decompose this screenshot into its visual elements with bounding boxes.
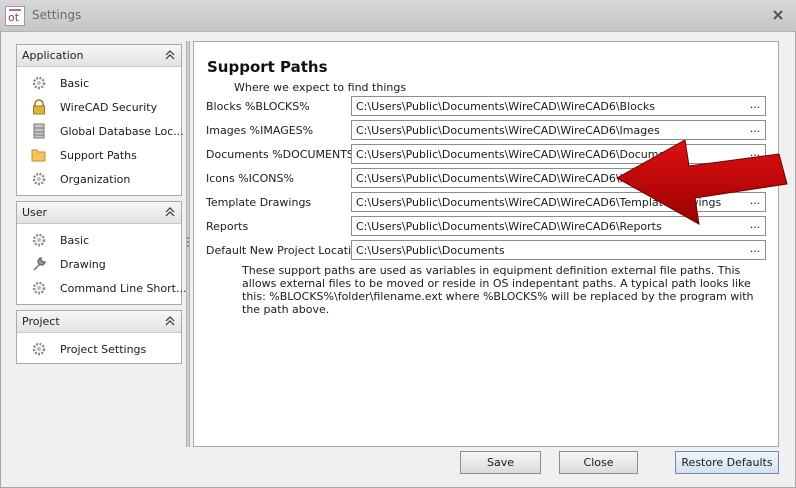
sidebar-item-basic[interactable]: Basic	[17, 71, 181, 95]
sidebar-item-label: Global Database Loc...	[60, 125, 184, 138]
browse-button[interactable]: ...	[748, 122, 762, 138]
window-title: Settings	[32, 8, 82, 22]
group-user: User Basic Drawing Command Line Short...	[16, 201, 186, 305]
sidebar-item-support-paths[interactable]: Support Paths	[17, 143, 181, 167]
sidebar-item-label: Drawing	[60, 258, 106, 271]
gear-icon	[32, 76, 46, 90]
save-button[interactable]: Save	[460, 451, 541, 474]
path-value: C:\Users\Public\Documents	[356, 244, 505, 257]
documents-path-label: Documents %DOCUMENTS%	[206, 148, 365, 161]
collapse-icon[interactable]	[165, 206, 175, 218]
group-application: Application Basic WireCAD Security Globa…	[16, 44, 184, 196]
group-header-project[interactable]: Project	[17, 311, 181, 333]
default-project-location-label: Default New Project Location	[206, 244, 365, 257]
blocks-path-field[interactable]: C:\Users\Public\Documents\WireCAD\WireCA…	[351, 96, 766, 116]
sidebar-item-label: WireCAD Security	[60, 101, 158, 114]
help-text: These support paths are used as variable…	[242, 264, 754, 316]
sidebar-item-label: Support Paths	[60, 149, 137, 162]
path-value: C:\Users\Public\Documents\WireCAD\WireCA…	[356, 100, 656, 113]
group-title: Application	[22, 49, 84, 62]
folder-icon	[31, 149, 46, 162]
red-arrow-annotation	[615, 140, 788, 225]
sidebar-item-project-settings[interactable]: Project Settings	[17, 337, 181, 361]
page-title: Support Paths	[207, 58, 328, 76]
sidebar-item-user-basic[interactable]: Basic	[17, 228, 181, 252]
splitter-grip-icon	[187, 237, 189, 247]
close-button[interactable]: Close	[559, 451, 638, 474]
images-path-field[interactable]: C:\Users\Public\Documents\WireCAD\WireCA…	[351, 120, 766, 140]
path-value: C:\Users\Public\Documents\WireCAD\WireCA…	[356, 124, 660, 137]
group-header-application[interactable]: Application	[17, 45, 181, 67]
sidebar-item-command-line-shortcuts[interactable]: Command Line Short...	[17, 276, 186, 300]
template-drawings-path-label: Template Drawings	[206, 196, 312, 209]
database-icon	[33, 123, 45, 139]
close-icon	[773, 10, 783, 20]
sidebar-item-drawing[interactable]: Drawing	[17, 252, 181, 276]
sidebar-item-label: Basic	[60, 234, 90, 247]
title-bar[interactable]: ot Settings	[0, 0, 796, 32]
page-subtitle: Where we expect to find things	[234, 81, 407, 94]
sidebar-item-organization[interactable]: Organization	[17, 167, 181, 191]
collapse-icon[interactable]	[165, 315, 175, 327]
sidebar-item-label: Basic	[60, 77, 90, 90]
sidebar-item-global-database[interactable]: Global Database Loc...	[17, 119, 184, 143]
gear-icon	[32, 342, 46, 356]
gear-icon	[32, 172, 46, 186]
group-title: Project	[22, 315, 60, 328]
sidebar-item-label: Project Settings	[60, 343, 147, 356]
group-title: User	[22, 206, 48, 219]
wrench-icon	[33, 257, 46, 271]
sidebar-item-label: Command Line Short...	[60, 282, 187, 295]
svg-text:ot: ot	[8, 11, 20, 24]
browse-button[interactable]: ...	[748, 242, 762, 258]
icons-path-label: Icons %ICONS%	[206, 172, 294, 185]
gear-icon	[32, 281, 46, 295]
default-project-location-field[interactable]: C:\Users\Public\Documents ...	[351, 240, 766, 260]
lock-icon	[33, 99, 45, 115]
browse-button[interactable]: ...	[748, 98, 762, 114]
support-paths-panel: Support Paths Where we expect to find th…	[193, 41, 779, 447]
restore-defaults-button[interactable]: Restore Defaults	[675, 451, 779, 474]
images-path-label: Images %IMAGES%	[206, 124, 314, 137]
wirecad-app-icon: ot	[5, 6, 25, 26]
sidebar-item-wirecad-security[interactable]: WireCAD Security	[17, 95, 181, 119]
gear-icon	[32, 233, 46, 247]
close-window-button[interactable]	[770, 7, 786, 23]
blocks-path-label: Blocks %BLOCKS%	[206, 100, 310, 113]
group-header-user[interactable]: User	[17, 202, 181, 224]
reports-path-label: Reports	[206, 220, 249, 233]
collapse-icon[interactable]	[165, 49, 175, 61]
sidebar-item-label: Organization	[60, 173, 131, 186]
group-project: Project Project Settings	[16, 310, 182, 364]
